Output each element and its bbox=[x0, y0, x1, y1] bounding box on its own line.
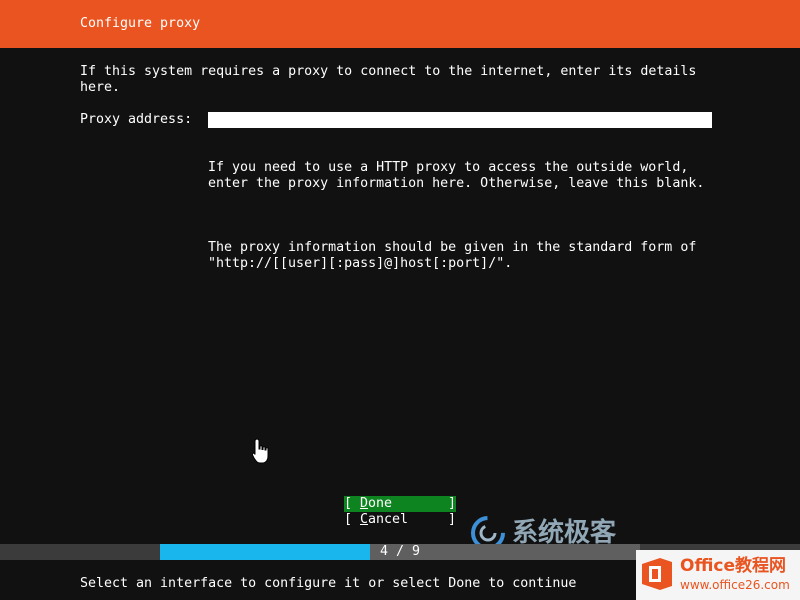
done-button-close-bracket: ] bbox=[447, 496, 456, 511]
hand-pointer-icon bbox=[252, 438, 269, 464]
progress-text: 4 / 9 bbox=[379, 544, 421, 559]
footer-hint: Select an interface to configure it or s… bbox=[80, 576, 577, 591]
done-button-hotkey: D bbox=[360, 496, 369, 511]
done-button-label-rest: one bbox=[368, 496, 393, 511]
cancel-button[interactable]: [ Cancel ] bbox=[344, 512, 456, 528]
office-watermark-url: www.office26.com bbox=[680, 578, 790, 592]
cancel-button-label: Cancel bbox=[360, 512, 408, 528]
proxy-help-paragraph-1: If you need to use a HTTP proxy to acces… bbox=[208, 160, 705, 191]
office-watermark: Office教程网 www.office26.com bbox=[636, 550, 800, 600]
cancel-button-close-bracket: ] bbox=[447, 512, 456, 527]
cancel-button-open-bracket: [ bbox=[344, 512, 353, 527]
intro-text: If this system requires a proxy to conne… bbox=[80, 64, 705, 95]
brand-watermark-text: 系统极客 bbox=[512, 518, 617, 548]
progress-bar: 4 / 9 bbox=[160, 544, 640, 560]
office-watermark-title: Office教程网 bbox=[680, 556, 787, 576]
cancel-button-hotkey: C bbox=[360, 512, 369, 527]
proxy-help: If you need to use a HTTP proxy to acces… bbox=[208, 128, 728, 304]
page-title: Configure proxy bbox=[80, 16, 201, 31]
header-bar: Configure proxy bbox=[0, 0, 800, 48]
proxy-address-label: Proxy address: bbox=[80, 112, 193, 127]
proxy-help-paragraph-2: The proxy information should be given in… bbox=[208, 240, 705, 271]
proxy-address-input[interactable] bbox=[208, 112, 712, 128]
done-button[interactable]: [ Done ] bbox=[344, 496, 456, 512]
cancel-button-label-rest: ancel bbox=[368, 512, 409, 527]
done-button-label: Done bbox=[360, 496, 392, 512]
office-logo-icon bbox=[642, 558, 672, 590]
done-button-open-bracket: [ bbox=[344, 496, 353, 511]
